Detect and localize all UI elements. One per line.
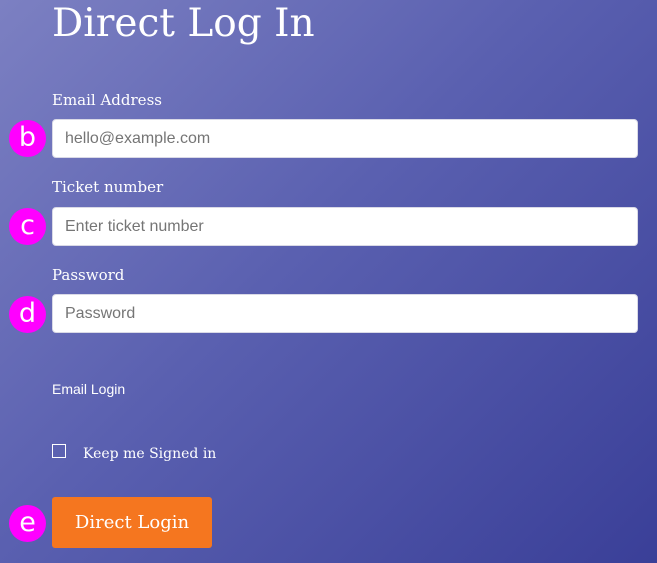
- keep-signed-in-checkbox[interactable]: [52, 444, 66, 458]
- marker-d: d: [9, 296, 46, 333]
- ticket-number-label: Ticket number: [52, 178, 164, 196]
- ticket-number-input[interactable]: [52, 207, 638, 246]
- email-label: Email Address: [52, 91, 162, 109]
- keep-signed-in-label: Keep me Signed in: [83, 446, 217, 462]
- page-title: Direct Log In: [52, 1, 315, 46]
- direct-login-button[interactable]: Direct Login: [52, 497, 212, 548]
- marker-e: e: [9, 505, 46, 542]
- email-input[interactable]: [52, 119, 638, 158]
- password-input[interactable]: [52, 294, 638, 333]
- marker-b: b: [9, 120, 46, 157]
- password-label: Password: [52, 266, 125, 284]
- email-login-link[interactable]: Email Login: [52, 380, 125, 398]
- marker-c: c: [9, 208, 46, 245]
